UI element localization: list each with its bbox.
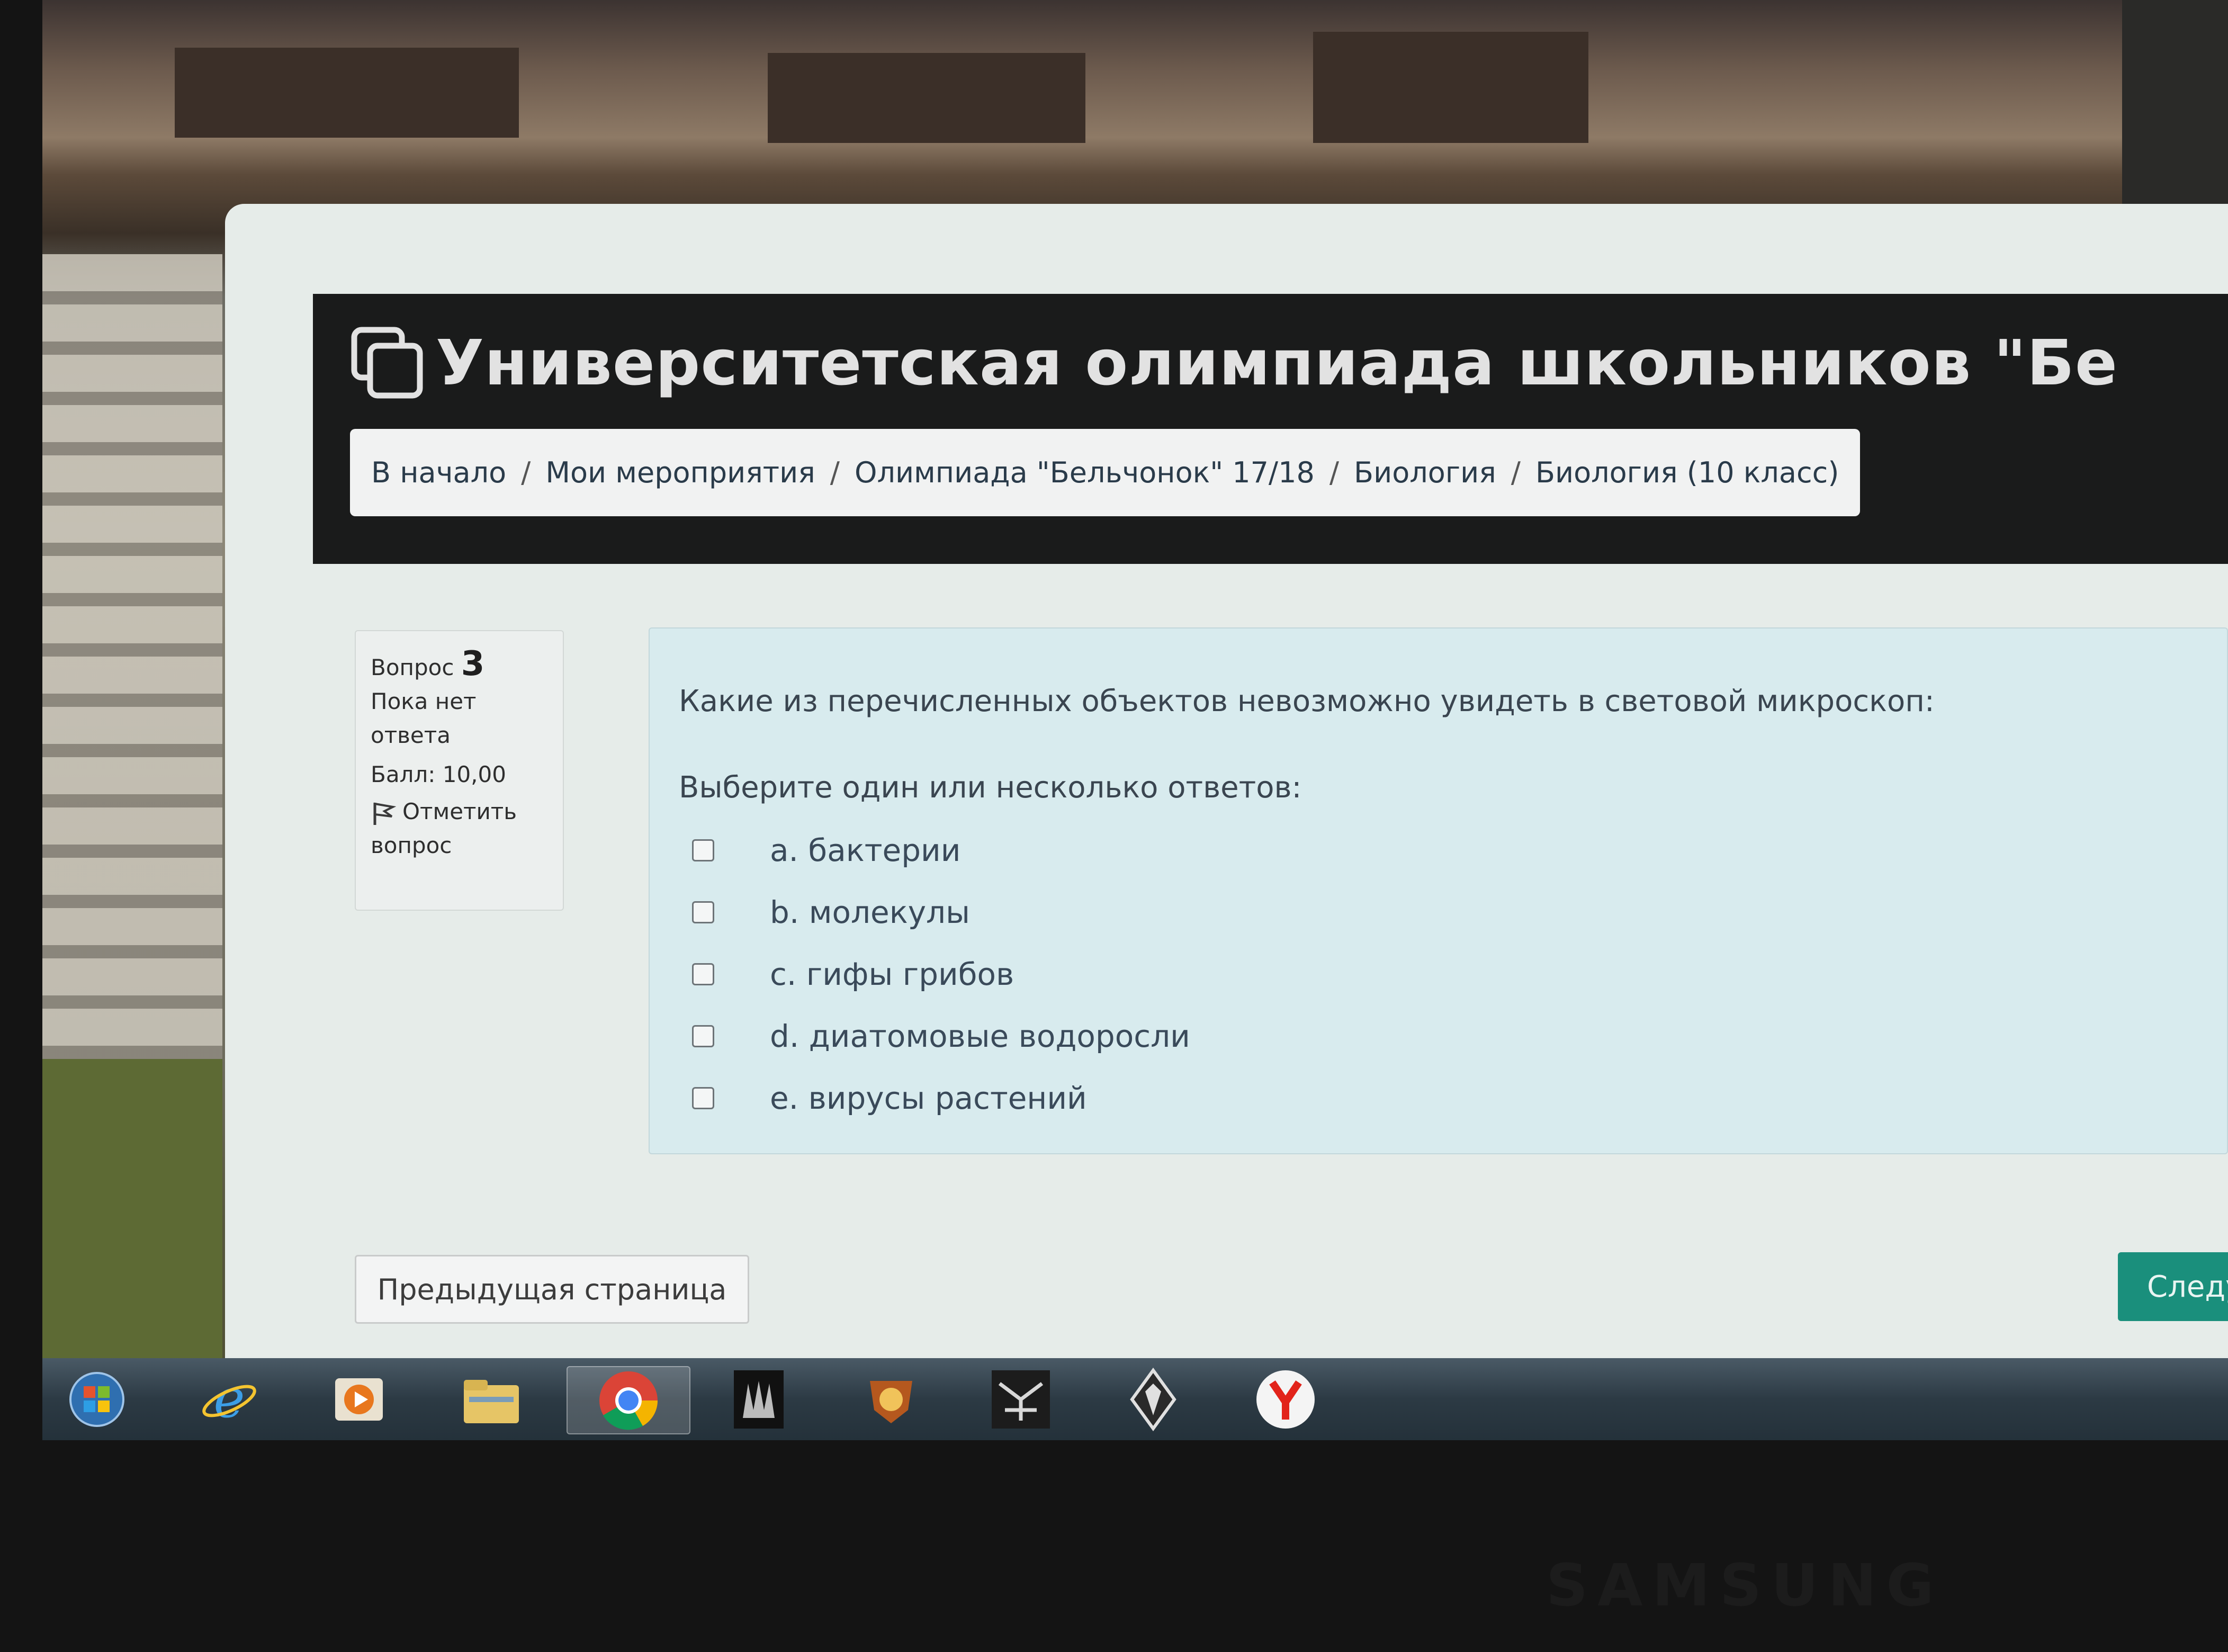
question-number: 3: [461, 644, 485, 684]
quiz-page: Университетская олимпиада школьников "Бе…: [225, 204, 2228, 1358]
answer-option[interactable]: d. диатомовые водоросли: [692, 1005, 1190, 1067]
taskbar-yandex-browser[interactable]: [1252, 1366, 1318, 1432]
wallpaper-building: [1313, 32, 1588, 143]
windows-start-button[interactable]: [64, 1366, 130, 1432]
question-number-line: Вопрос 3: [371, 647, 548, 685]
answer-option[interactable]: a. бактерии: [692, 819, 1190, 881]
breadcrumb-separator: /: [521, 456, 531, 489]
answer-text: вирусы растений: [808, 1080, 1087, 1116]
copy-icon: [351, 327, 423, 399]
answer-option[interactable]: e. вирусы растений: [692, 1067, 1190, 1129]
previous-page-button[interactable]: Предыдущая страница: [355, 1255, 749, 1324]
next-page-button[interactable]: Следу: [2118, 1252, 2228, 1321]
taskbar-media-player[interactable]: [326, 1366, 392, 1432]
answer-checkbox[interactable]: [692, 901, 714, 923]
flag-question-link[interactable]: Отметить: [371, 795, 548, 829]
answer-letter: e.: [770, 1080, 799, 1116]
breadcrumb-my-events[interactable]: Мои мероприятия: [545, 456, 815, 489]
breadcrumb-separator: /: [1511, 456, 1521, 489]
flag-question-label[interactable]: вопрос: [371, 829, 548, 863]
answer-text: гифы грибов: [806, 956, 1014, 992]
breadcrumb-biology[interactable]: Биология: [1354, 456, 1496, 489]
breadcrumb-olympiad[interactable]: Олимпиада "Бельчонок" 17/18: [855, 456, 1315, 489]
windows-taskbar: e: [42, 1358, 2228, 1440]
answer-status: Пока нет: [371, 688, 477, 714]
answer-prompt: Выберите один или несколько ответов:: [679, 770, 1302, 805]
taskbar-game-2[interactable]: [858, 1366, 924, 1432]
answer-status: ответа: [371, 722, 451, 748]
answer-list: a. бактерии b. молекулы c. гифы грибов d…: [692, 819, 1190, 1129]
answer-checkbox[interactable]: [692, 1025, 714, 1047]
chrome-icon: [599, 1371, 658, 1430]
answer-letter: a.: [770, 832, 798, 868]
answer-option[interactable]: c. гифы грибов: [692, 943, 1190, 1005]
taskbar-chrome[interactable]: [567, 1366, 690, 1434]
page-header: Университетская олимпиада школьников "Бе…: [313, 294, 2228, 564]
taskbar-skyrim[interactable]: [1120, 1366, 1186, 1432]
answer-letter: c.: [770, 956, 797, 992]
file-explorer-icon: [463, 1379, 519, 1423]
question-label: Вопрос: [371, 654, 454, 680]
monitor-brand-logo: SAMSUNG: [1546, 1551, 1944, 1619]
yandex-browser-icon: [1256, 1370, 1315, 1429]
answer-checkbox[interactable]: [692, 839, 714, 861]
media-player-icon: [335, 1378, 383, 1421]
svg-text:e: e: [213, 1370, 245, 1429]
page-title: Университетская олимпиада школьников "Бе: [436, 326, 2118, 399]
game-icon-2: [869, 1380, 912, 1423]
answer-checkbox[interactable]: [692, 963, 714, 985]
answer-text: молекулы: [808, 894, 970, 930]
answer-text: бактерии: [808, 832, 961, 868]
answer-letter: d.: [770, 1018, 799, 1054]
skyrim-icon: [1129, 1367, 1176, 1431]
dishonored-icon: [991, 1370, 1050, 1429]
breadcrumb-home[interactable]: В начало: [371, 456, 506, 489]
internet-explorer-icon: e: [202, 1370, 256, 1429]
question-text: Какие из перечисленных объектов невозмож…: [679, 684, 1935, 719]
breadcrumb-separator: /: [1329, 456, 1340, 489]
answer-text: диатомовые водоросли: [808, 1018, 1190, 1054]
taskbar-internet-explorer[interactable]: e: [196, 1366, 262, 1432]
question-info-panel: Вопрос 3 Пока нет ответа Балл: 10,00 Отм…: [355, 630, 564, 911]
question-score: Балл: 10,00: [371, 761, 506, 787]
breadcrumb-biology-10[interactable]: Биология (10 класс): [1535, 456, 1839, 489]
breadcrumb: В начало / Мои мероприятия / Олимпиада "…: [350, 429, 1861, 516]
answer-option[interactable]: b. молекулы: [692, 881, 1190, 943]
wallpaper-building: [768, 53, 1085, 143]
wallpaper-building: [175, 48, 519, 138]
taskbar-dishonored[interactable]: [987, 1366, 1054, 1432]
screen: Университетская олимпиада школьников "Бе…: [42, 0, 2228, 1440]
breadcrumb-separator: /: [830, 456, 840, 489]
answer-letter: b.: [770, 894, 799, 930]
answer-checkbox[interactable]: [692, 1087, 714, 1109]
windows-start-icon: [69, 1371, 124, 1427]
question-panel: Какие из перечисленных объектов невозмож…: [649, 627, 2228, 1154]
title-row: Университетская олимпиада школьников "Бе: [350, 326, 2118, 400]
taskbar-file-explorer[interactable]: [458, 1366, 524, 1432]
flag-question-label[interactable]: Отметить: [402, 798, 517, 824]
flag-icon: [373, 802, 396, 825]
taskbar-game-1[interactable]: [725, 1366, 792, 1432]
game-icon-1: [733, 1370, 784, 1429]
